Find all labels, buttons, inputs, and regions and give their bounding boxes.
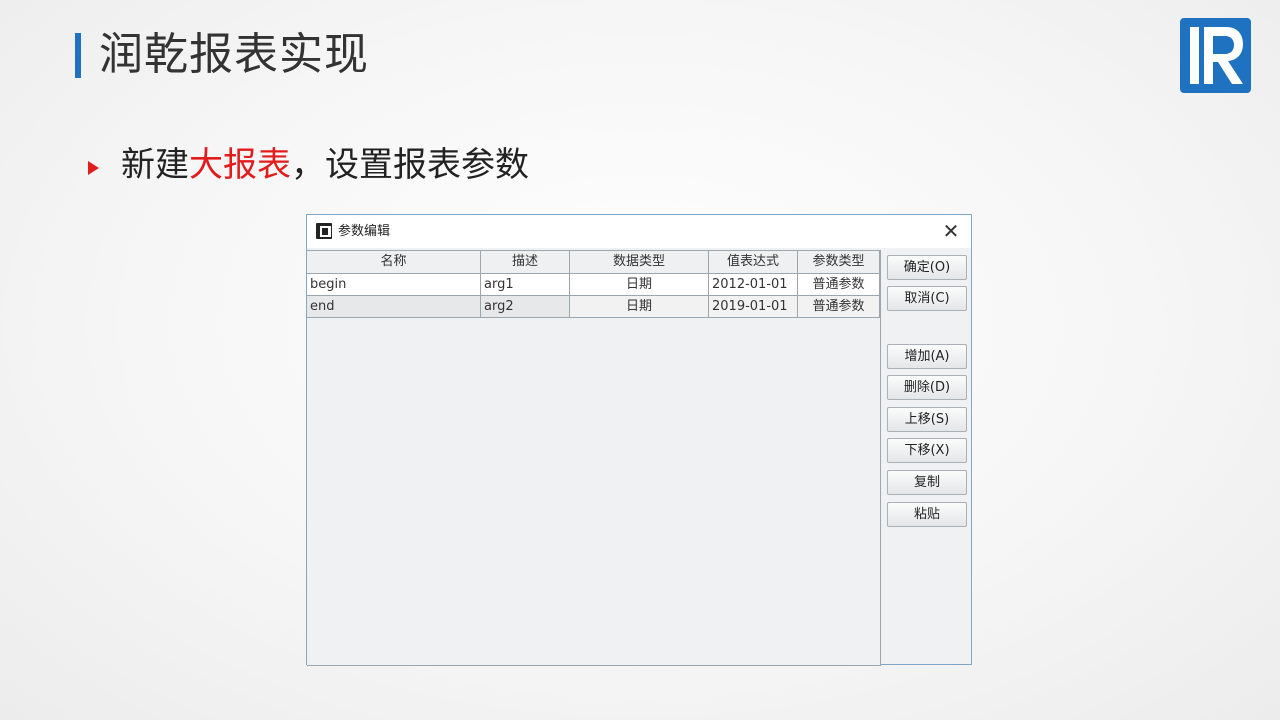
bullet-text: 新建大报表，设置报表参数 bbox=[121, 140, 529, 190]
delete-button[interactable]: 删除(D) bbox=[887, 375, 967, 400]
cancel-button[interactable]: 取消(C) bbox=[887, 286, 967, 311]
cell-data-type[interactable]: 日期 bbox=[570, 274, 709, 296]
cell-name[interactable]: begin bbox=[307, 274, 481, 296]
cell-param-type[interactable]: 普通参数 bbox=[798, 296, 880, 318]
add-button[interactable]: 增加(A) bbox=[887, 344, 967, 369]
bullet-suffix: ，设置报表参数 bbox=[291, 145, 529, 185]
cell-value-expression[interactable]: 2012-01-01 bbox=[709, 274, 798, 296]
column-header-data-type[interactable]: 数据类型 bbox=[570, 251, 709, 273]
cell-value-expression[interactable]: 2019-01-01 bbox=[709, 296, 798, 318]
paste-button[interactable]: 粘贴 bbox=[887, 502, 967, 527]
close-icon[interactable]: ✕ bbox=[939, 219, 963, 243]
copy-button[interactable]: 复制 bbox=[887, 470, 967, 495]
move-up-button[interactable]: 上移(S) bbox=[887, 407, 967, 432]
cell-data-type[interactable]: 日期 bbox=[570, 296, 709, 318]
dialog-titlebar: 参数编辑 ✕ bbox=[307, 215, 971, 248]
column-header-param-type[interactable]: 参数类型 bbox=[798, 251, 880, 273]
move-down-button[interactable]: 下移(X) bbox=[887, 438, 967, 463]
cell-param-type[interactable]: 普通参数 bbox=[798, 274, 880, 296]
cell-name[interactable]: end bbox=[307, 296, 481, 318]
bullet-arrow-icon bbox=[88, 161, 99, 175]
table-row[interactable]: end arg2 日期 2019-01-01 普通参数 bbox=[307, 296, 880, 318]
column-header-name[interactable]: 名称 bbox=[307, 251, 481, 273]
ok-button[interactable]: 确定(O) bbox=[887, 255, 967, 280]
table-row[interactable]: begin arg1 日期 2012-01-01 普通参数 bbox=[307, 274, 880, 296]
column-header-description[interactable]: 描述 bbox=[481, 251, 570, 273]
title-accent-bar bbox=[75, 33, 81, 78]
app-icon bbox=[316, 223, 332, 239]
bullet-highlight: 大报表 bbox=[189, 145, 291, 185]
cell-description[interactable]: arg1 bbox=[481, 274, 570, 296]
cell-description[interactable]: arg2 bbox=[481, 296, 570, 318]
parameter-table[interactable]: 名称 描述 数据类型 值表达式 参数类型 begin arg1 日期 2012-… bbox=[307, 250, 881, 666]
table-header: 名称 描述 数据类型 值表达式 参数类型 bbox=[307, 251, 880, 274]
raqsoft-r-logo-icon bbox=[1180, 18, 1251, 93]
slide-title: 润乾报表实现 bbox=[99, 29, 369, 80]
parameter-edit-dialog: 参数编辑 ✕ 名称 描述 数据类型 值表达式 参数类型 begin arg1 日… bbox=[306, 214, 972, 666]
column-header-value-expression[interactable]: 值表达式 bbox=[709, 251, 798, 273]
bullet-prefix: 新建 bbox=[121, 145, 189, 185]
dialog-title: 参数编辑 bbox=[338, 224, 391, 239]
